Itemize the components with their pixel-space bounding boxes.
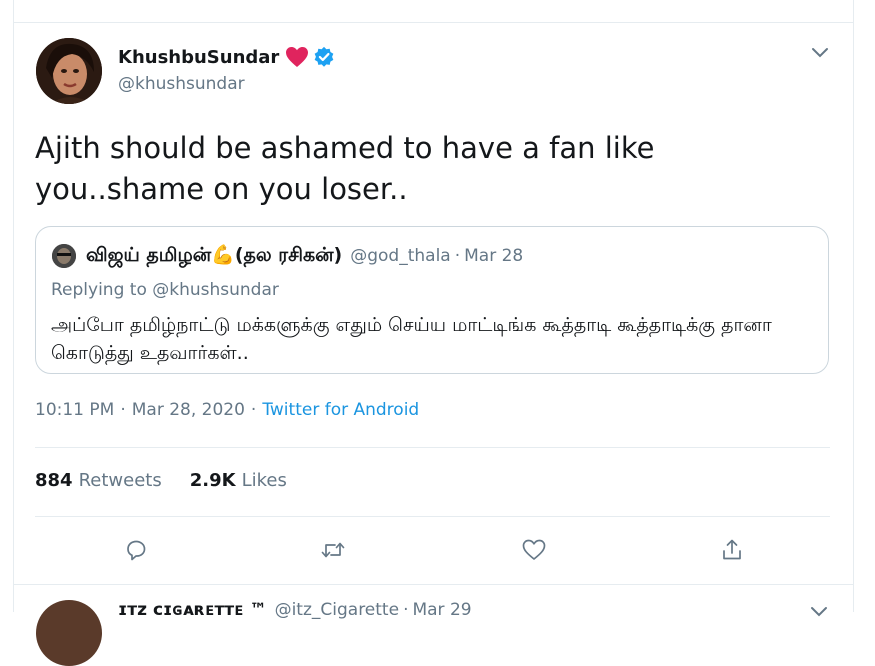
chevron-down-icon[interactable] (810, 45, 830, 61)
next-tweet-date[interactable]: Mar 29 (412, 600, 471, 620)
timeline-left-border (13, 0, 14, 612)
author-avatar[interactable] (36, 38, 102, 104)
like-icon[interactable] (520, 536, 548, 564)
tweet-time[interactable]: 10:11 PM (35, 400, 114, 420)
quoted-header: விஜய் தமிழன்💪(தல ரசிகன்) @god_thala · Ma… (86, 243, 523, 269)
tweet-text: Ajith should be ashamed to have a fan li… (35, 131, 655, 206)
author-handle[interactable]: @khushsundar (118, 74, 245, 94)
replying-to-prefix: Replying to (51, 280, 147, 300)
avatar-photo-icon (36, 38, 102, 104)
author-display-name[interactable]: KhushbuSundar (118, 47, 279, 68)
likes-count[interactable]: 2.9K (190, 470, 236, 491)
quoted-author-avatar[interactable] (52, 244, 76, 268)
retweet-icon[interactable] (319, 536, 347, 564)
quoted-date[interactable]: Mar 28 (464, 246, 523, 266)
reply-icon[interactable] (122, 536, 150, 564)
meta-separator-2: · (250, 400, 257, 420)
red-heart-icon (285, 46, 309, 68)
timeline-right-border (853, 0, 854, 612)
verified-badge-icon (313, 46, 335, 68)
quoted-avatar-photo-icon (52, 244, 76, 268)
tweet-date[interactable]: Mar 28, 2020 (132, 400, 245, 420)
next-tweet-header: ɪᴛᴢ ᴄɪɢᴀʀᴇᴛᴛᴇ ™ @itz_Cigarette · Mar 29 (118, 600, 472, 620)
tweet-meta: 10:11 PM · Mar 28, 2020 · Twitter for An… (35, 400, 419, 420)
next-tweet-handle[interactable]: @itz_Cigarette (275, 600, 399, 620)
meta-divider (35, 447, 830, 448)
next-tweet-separator: · (403, 600, 409, 620)
quoted-display-name[interactable]: விஜய் தமிழன்💪(தல ரசிகன்) (86, 243, 342, 269)
replying-to-line: Replying to @khushsundar (51, 280, 279, 300)
previous-tweet-divider (13, 22, 854, 23)
likes-label[interactable]: Likes (242, 470, 287, 491)
quoted-separator: · (454, 246, 461, 266)
next-tweet-display-name[interactable]: ɪᴛᴢ ᴄɪɢᴀʀᴇᴛᴛᴇ ™ (118, 600, 267, 620)
engagement-stats: 884 Retweets 2.9K Likes (35, 470, 287, 491)
next-tweet-avatar[interactable] (36, 600, 102, 666)
retweets-count[interactable]: 884 (35, 470, 73, 491)
quoted-tweet-card[interactable]: விஜய் தமிழன்💪(தல ரசிகன்) @god_thala · Ma… (35, 226, 829, 374)
meta-separator: · (120, 400, 126, 420)
share-icon[interactable] (718, 536, 746, 564)
replying-to-mention[interactable]: @khushsundar (152, 280, 279, 300)
tweet-bottom-divider (13, 584, 854, 585)
author-name-row[interactable]: KhushbuSundar (118, 44, 335, 70)
next-tweet-chevron-icon[interactable] (810, 603, 830, 619)
stats-divider (35, 516, 830, 517)
quoted-tweet-text: அப்போ தமிழ்நாட்டு மக்களுக்கு எதும் செய்ய… (51, 314, 772, 364)
stats-gap (162, 470, 190, 491)
tweet-source-link[interactable]: Twitter for Android (262, 400, 419, 420)
quoted-handle[interactable]: @god_thala (350, 246, 450, 266)
retweets-label[interactable]: Retweets (79, 470, 162, 491)
